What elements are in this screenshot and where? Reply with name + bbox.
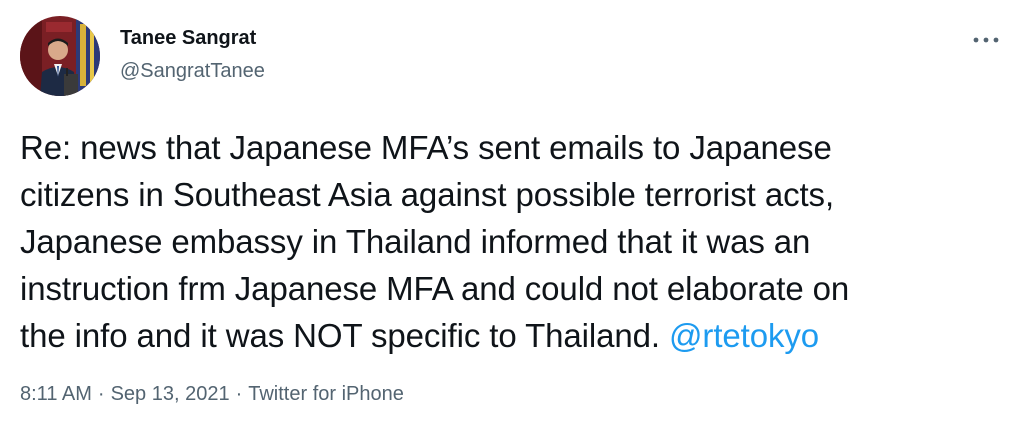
tweet-text-line: citizens in Southeast Asia against possi… (20, 176, 835, 213)
more-horizontal-icon (973, 37, 999, 43)
tweet-date[interactable]: Sep 13, 2021 (111, 383, 230, 405)
tweet-text-line: Re: news that Japanese MFA’s sent emails… (20, 129, 832, 166)
profile-photo-icon (20, 16, 100, 96)
meta-separator: · (97, 383, 105, 405)
meta-separator: · (235, 383, 243, 405)
mention-link[interactable]: @rtetokyo (669, 317, 819, 354)
tweet-time[interactable]: 8:11 AM (20, 383, 92, 405)
tweet-text-line-last: the info and it was NOT specific to Thai… (20, 312, 1010, 359)
tweet-meta: 8:11 AM · Sep 13, 2021 · Twitter for iPhone (20, 383, 404, 406)
tweet-source[interactable]: Twitter for iPhone (248, 383, 404, 405)
author-handle[interactable]: @SangratTanee (120, 60, 265, 83)
more-options-button[interactable] (968, 28, 1004, 52)
tweet-text-line: instruction frm Japanese MFA and could n… (20, 270, 850, 307)
tweet-text-line: the info and it was NOT specific to Thai… (20, 317, 660, 354)
tweet-text: Re: news that Japanese MFA’s sent emails… (20, 124, 1010, 359)
tweet-card: Tanee Sangrat @SangratTanee Re: news tha… (0, 0, 1024, 434)
author-name[interactable]: Tanee Sangrat (120, 27, 256, 50)
avatar[interactable] (20, 16, 100, 96)
tweet-text-line: Japanese embassy in Thailand informed th… (20, 223, 811, 260)
